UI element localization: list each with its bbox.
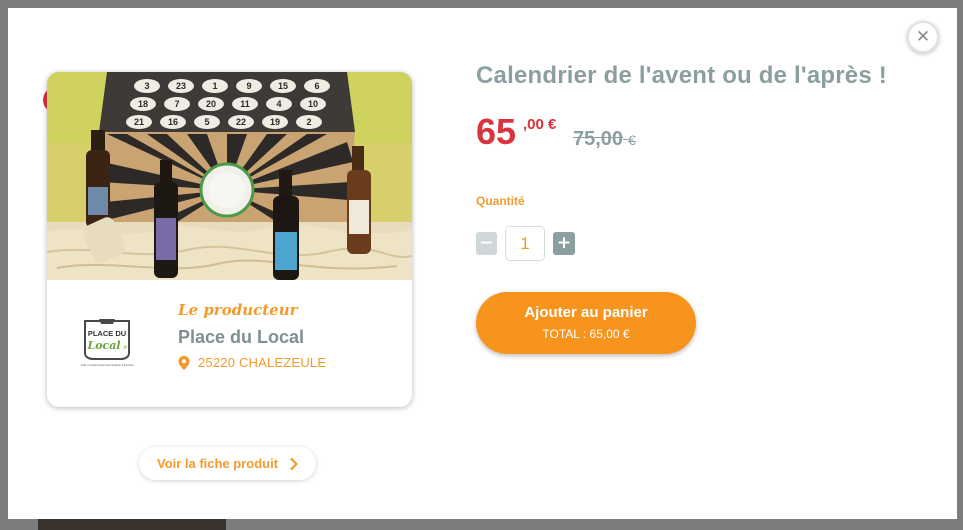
calendar-door-number: 4 bbox=[276, 99, 281, 109]
close-icon: ✕ bbox=[915, 26, 931, 47]
view-product-sheet-button[interactable]: Voir la fiche produit bbox=[139, 447, 316, 480]
old-price-currency: € bbox=[628, 132, 636, 148]
price-decimals: ,00 € bbox=[523, 116, 557, 133]
view-product-sheet-label: Voir la fiche produit bbox=[156, 456, 279, 471]
logo-line2: Local bbox=[86, 339, 120, 352]
product-image[interactable]: 3 23 1 9 15 618 7 20 11 4 1021 16 5 22 19 2 bbox=[47, 72, 412, 280]
logo-line2-suffix: .fr bbox=[123, 345, 128, 351]
calendar-door-number: 1 bbox=[212, 81, 217, 91]
calendar-door-number: 21 bbox=[134, 117, 144, 127]
producer-kicker: Le producteur bbox=[178, 301, 298, 319]
calendar-door-number: 2 bbox=[306, 117, 311, 127]
calendar-door-number: 10 bbox=[308, 99, 318, 109]
calendar-door-number: 9 bbox=[246, 81, 251, 91]
producer-location-text: 25220 CHALEZEULE bbox=[198, 355, 327, 370]
cart-total: TOTAL : 65,00 € bbox=[542, 327, 630, 341]
producer-logo: PLACE DU Local .fr Votre e-marché local … bbox=[81, 319, 134, 367]
producer-name[interactable]: Place du Local bbox=[178, 327, 304, 348]
quantity-decrement-button[interactable]: − bbox=[476, 232, 497, 255]
calendar-door-number: 11 bbox=[240, 99, 250, 109]
close-modal-button[interactable]: ✕ bbox=[907, 21, 939, 53]
map-pin-icon bbox=[178, 355, 190, 370]
calendar-door-number: 23 bbox=[176, 81, 186, 91]
old-price: 75,00 € bbox=[573, 128, 636, 151]
producer-location: 25220 CHALEZEULE bbox=[178, 355, 326, 370]
calendar-door-number: 5 bbox=[204, 117, 209, 127]
calendar-door-number: 3 bbox=[144, 81, 149, 91]
calendar-door-number: 19 bbox=[270, 117, 280, 127]
calendar-door-number: 15 bbox=[278, 81, 288, 91]
calendar-door-number: 6 bbox=[314, 81, 319, 91]
quantity-input[interactable] bbox=[505, 226, 545, 261]
minus-icon: − bbox=[479, 233, 494, 253]
calendar-door-number: 7 bbox=[174, 99, 179, 109]
product-card: 3 23 1 9 15 6 18 7 20 11 4 10 21 16 5 22 19 2 bbox=[47, 72, 412, 407]
calendar-door-number: 20 bbox=[206, 99, 216, 109]
chevron-right-icon bbox=[290, 457, 298, 470]
product-title: Calendrier de l'avent ou de l'après ! bbox=[476, 62, 887, 89]
price-integer: 65 bbox=[476, 111, 517, 152]
add-to-cart-button[interactable]: Ajouter au panier TOTAL : 65,00 € bbox=[476, 292, 696, 354]
calendar-door-number: 16 bbox=[168, 117, 178, 127]
calendar-door-number: 22 bbox=[236, 117, 246, 127]
quantity-label: Quantité bbox=[476, 194, 525, 208]
plus-icon: + bbox=[556, 233, 572, 253]
logo-line1: PLACE DU bbox=[88, 329, 126, 338]
quantity-increment-button[interactable]: + bbox=[553, 232, 575, 255]
background-product-thumbnail bbox=[38, 519, 226, 530]
logo-tagline: Votre e-marché local avec livraison à do… bbox=[81, 363, 134, 367]
calendar-door-number: 18 bbox=[138, 99, 148, 109]
add-to-cart-label: Ajouter au panier bbox=[524, 304, 648, 321]
old-price-value: 75,00 bbox=[573, 128, 624, 150]
